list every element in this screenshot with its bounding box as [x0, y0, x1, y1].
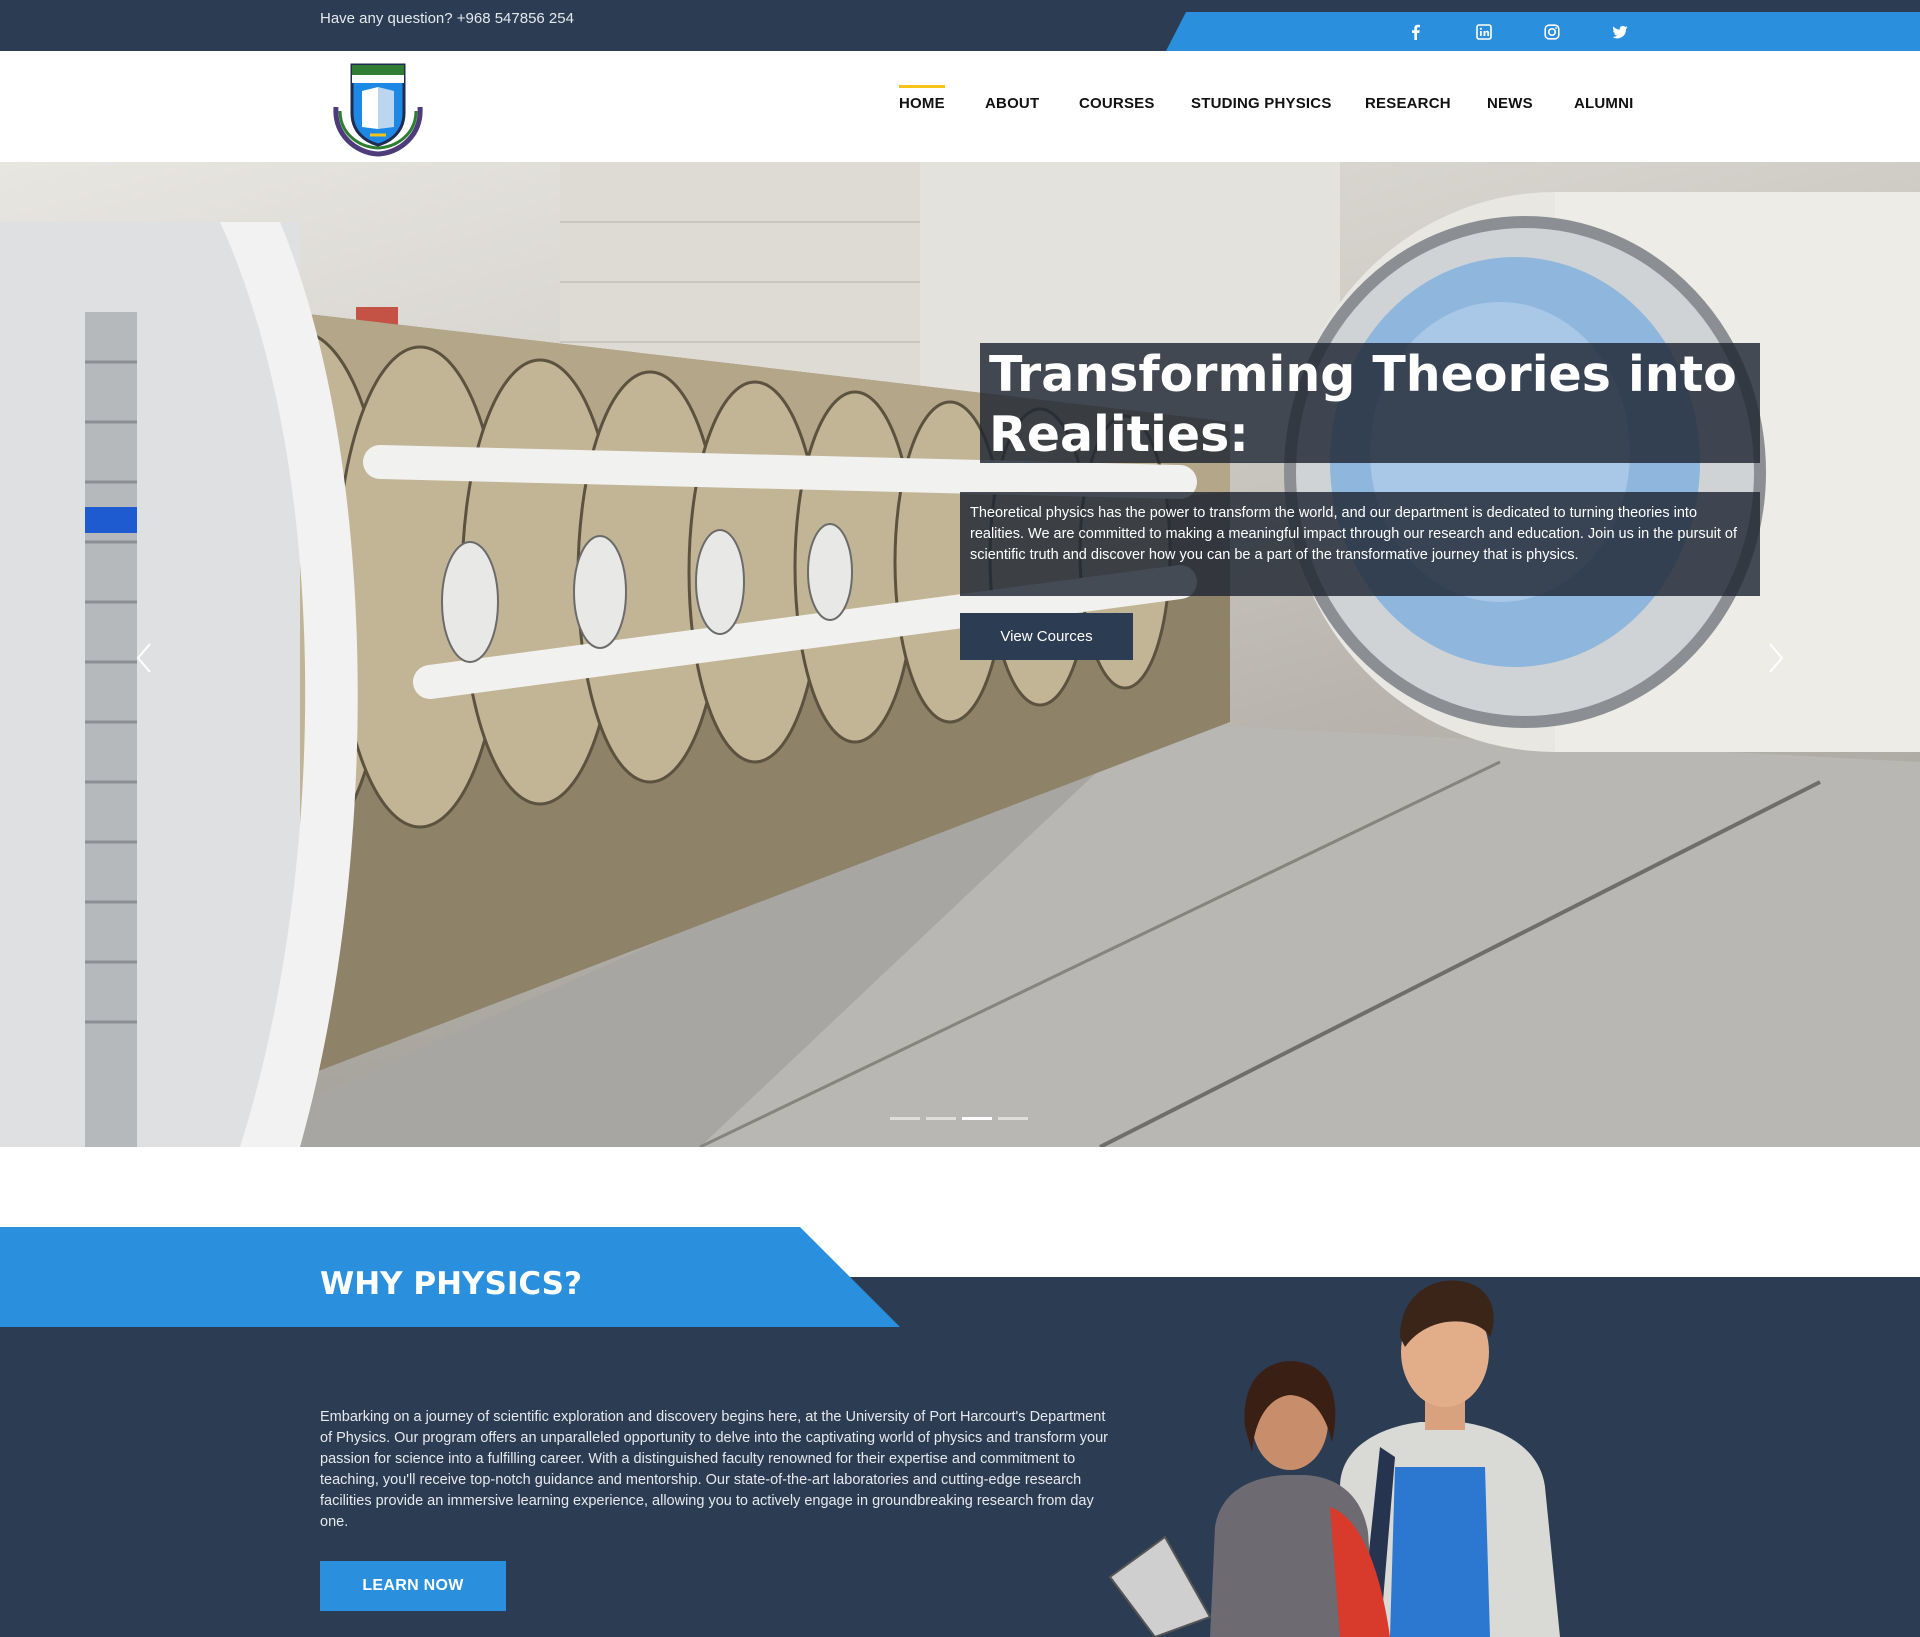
nav-alumni[interactable]: ALUMNI [1574, 95, 1634, 112]
contact-question: Have any question? +968 547856 254 [320, 10, 574, 27]
top-bar: Have any question? +968 547856 254 [0, 0, 1920, 51]
nav-news[interactable]: NEWS [1487, 95, 1533, 112]
nav-research[interactable]: RESEARCH [1365, 95, 1451, 112]
nav-home[interactable]: HOME [899, 85, 945, 112]
slider-next-arrow-icon[interactable] [1764, 640, 1788, 676]
slider-indicators [890, 1117, 1028, 1120]
hero-description: Theoretical physics has the power to tra… [970, 505, 1738, 563]
why-physics-text: Embarking on a journey of scientific exp… [320, 1409, 1108, 1530]
linkedin-icon[interactable] [1474, 22, 1494, 42]
twitter-icon[interactable] [1610, 22, 1630, 42]
university-logo[interactable] [326, 57, 430, 157]
hero-slider: Transforming Theories into Realities: Th… [0, 162, 1920, 1147]
site-header: HOME ABOUT COURSES STUDING PHYSICS RESEA… [0, 51, 1920, 162]
nav-studing-physics[interactable]: STUDING PHYSICS [1191, 95, 1332, 112]
slider-dot-3[interactable] [962, 1117, 992, 1120]
slider-prev-arrow-icon[interactable] [132, 640, 156, 676]
facebook-icon[interactable] [1406, 22, 1426, 42]
students-image [1108, 1280, 1560, 1637]
nav-courses[interactable]: COURSES [1079, 95, 1155, 112]
social-strip [1166, 12, 1920, 51]
slider-dot-1[interactable] [890, 1117, 920, 1120]
slider-dot-2[interactable] [926, 1117, 956, 1120]
hero-title: Transforming Theories into Realities: [989, 346, 1737, 463]
learn-now-button[interactable]: LEARN NOW [320, 1561, 506, 1611]
nav-about[interactable]: ABOUT [985, 95, 1039, 112]
instagram-icon[interactable] [1542, 22, 1562, 42]
slider-dot-4[interactable] [998, 1117, 1028, 1120]
view-courses-button[interactable]: View Cources [960, 613, 1133, 660]
why-physics-title: WHY PHYSICS? [320, 1266, 582, 1302]
